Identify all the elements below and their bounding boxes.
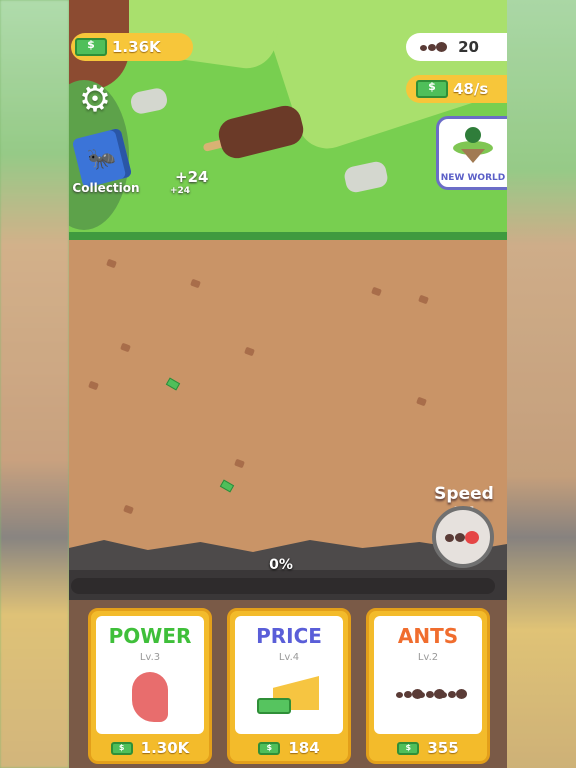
- ant-count-value: 20: [458, 38, 479, 56]
- collection-label[interactable]: Collection: [71, 181, 141, 195]
- card-title: PRICE: [256, 624, 322, 648]
- new-world-button[interactable]: NEW WORLD: [436, 116, 507, 190]
- ant-icon: [440, 686, 468, 702]
- income-rate-value: 48/s: [453, 80, 489, 98]
- ant-icon: [445, 527, 481, 547]
- game-viewport[interactable]: +24 +24 0% 1.36K 20 48/s: [69, 0, 507, 768]
- card-level: Lv.4: [278, 652, 300, 663]
- ant-icon: [420, 39, 448, 55]
- cash-clock-icon: [416, 80, 448, 98]
- upgrade-card-power[interactable]: POWER Lv.3 1.30K: [88, 608, 212, 764]
- ant-counter: 20: [406, 33, 507, 61]
- card-title: POWER: [108, 624, 192, 648]
- cash-icon: [397, 741, 420, 755]
- upgrade-card-price[interactable]: PRICE Lv.4 184: [227, 608, 351, 764]
- upgrade-card-ants[interactable]: ANTS Lv.2 355: [366, 608, 490, 764]
- card-price-value: 355: [427, 739, 459, 757]
- new-world-label: NEW WORLD: [440, 173, 506, 183]
- chocolate-popsicle[interactable]: [215, 102, 307, 162]
- stone: [129, 86, 169, 116]
- gear-icon[interactable]: ⚙: [77, 82, 113, 118]
- income-rate: 48/s: [406, 75, 507, 103]
- cash-drop[interactable]: [165, 377, 181, 391]
- card-price-value: 184: [288, 739, 320, 757]
- cash-drop[interactable]: [219, 479, 235, 493]
- money-value: 1.36K: [112, 38, 161, 56]
- cash-icon: [75, 38, 107, 56]
- cash-icon: [110, 741, 133, 755]
- speed-button[interactable]: [432, 506, 494, 568]
- cash-stack-icon: [257, 698, 291, 714]
- muscle-arm-icon: [132, 672, 168, 722]
- island-icon: [453, 127, 493, 163]
- money-counter: 1.36K: [71, 33, 193, 61]
- cash-icon: [258, 741, 281, 755]
- card-price-value: 1.30K: [140, 739, 190, 757]
- card-price: 1.30K: [91, 739, 209, 757]
- card-price: 355: [369, 739, 487, 757]
- stone: [342, 159, 390, 195]
- right-backdrop: [507, 0, 576, 768]
- card-title: ANTS: [397, 624, 459, 648]
- progress-bar: [71, 578, 495, 594]
- left-backdrop: [0, 0, 69, 768]
- gain-text-small: +24: [170, 186, 191, 196]
- card-price: 184: [230, 739, 348, 757]
- progress-label: 0%: [269, 557, 293, 573]
- card-level: Lv.2: [417, 652, 439, 663]
- card-level: Lv.3: [139, 652, 161, 663]
- gain-text: +24: [175, 168, 209, 186]
